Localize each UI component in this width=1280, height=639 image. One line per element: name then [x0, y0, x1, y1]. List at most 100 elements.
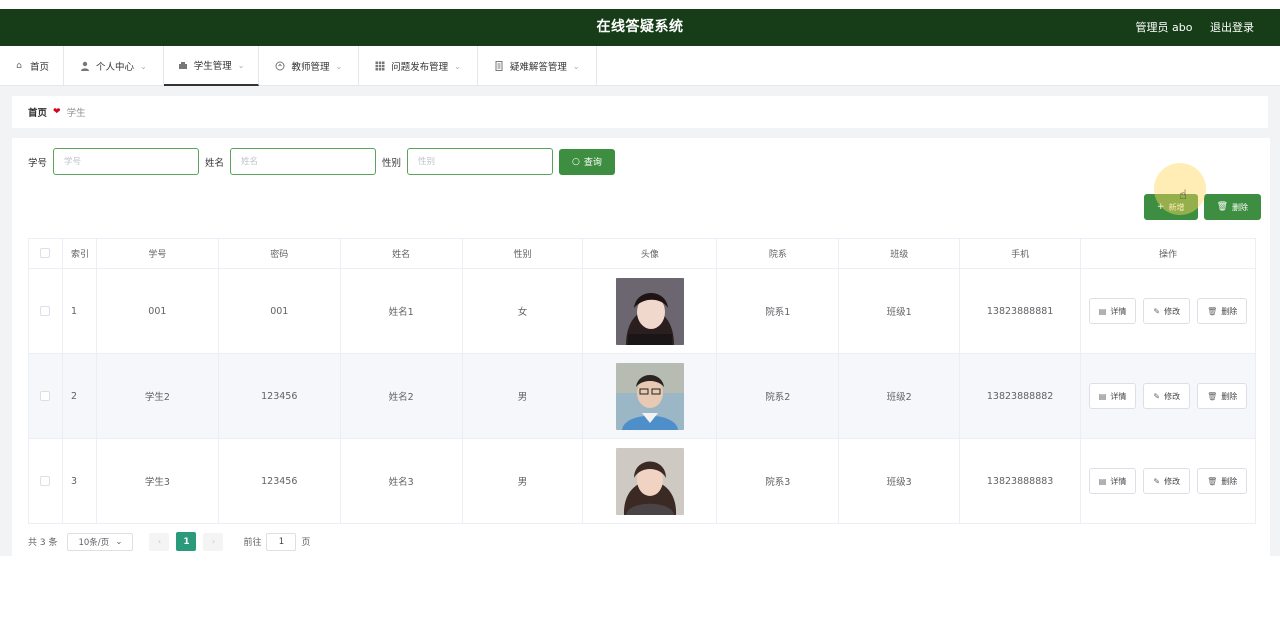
gender-label: 性别	[382, 157, 402, 169]
chevron-down-icon: ⌄	[335, 61, 343, 71]
row-checkbox[interactable]	[40, 306, 51, 316]
detail-icon: ▤	[1098, 476, 1107, 486]
search-bar: 学号 姓名 性别 ○ 查询	[28, 148, 615, 175]
th-gender: 性别	[461, 238, 584, 269]
th-name: 姓名	[339, 238, 463, 269]
delete-button[interactable]: 🗑 删除	[1197, 383, 1248, 409]
header-user-area: 管理员 abo 退出登录	[1122, 9, 1254, 46]
delete-label: 删除	[1221, 391, 1238, 401]
gender-input[interactable]	[407, 148, 554, 175]
th-dept: 院系	[716, 238, 840, 269]
nav-item-home[interactable]: ⌂ 首页	[0, 46, 65, 86]
nav-item-qa-management[interactable]: 疑难解答管理 ⌄	[478, 46, 597, 86]
nav-item-personal-center[interactable]: 个人中心 ⌄	[64, 46, 164, 86]
next-page-button[interactable]: ›	[203, 532, 224, 551]
nav-label: 首页	[30, 62, 50, 73]
nav-label: 疑难解答管理	[509, 62, 567, 73]
th-operations: 操作	[1080, 238, 1256, 269]
admin-user-label[interactable]: 管理员 abo	[1136, 21, 1193, 34]
detail-button[interactable]: ▤ 详情	[1088, 383, 1137, 409]
add-button[interactable]: + 新增	[1144, 194, 1198, 220]
edit-button[interactable]: ✎ 修改	[1143, 383, 1191, 409]
chevron-down-icon: ⌄	[115, 536, 123, 547]
pagination: 共 3 条 10条/页 ⌄ ‹ 1 › 前往 1 页	[28, 532, 310, 551]
cell-operations: ▤ 详情 ✎ 修改 🗑 删除	[1080, 268, 1256, 354]
cell-xuehao: 学生2	[95, 353, 219, 439]
teacher-icon	[275, 61, 285, 71]
search-icon: ○	[572, 156, 580, 167]
th-class: 班级	[838, 238, 961, 269]
row-checkbox[interactable]	[40, 476, 51, 486]
cell-avatar	[582, 353, 718, 439]
heart-icon: ❤	[53, 107, 61, 117]
logout-button[interactable]: 退出登录	[1210, 21, 1254, 34]
edit-button[interactable]: ✎ 修改	[1143, 468, 1191, 494]
breadcrumb-current: 学生	[66, 108, 86, 119]
query-button[interactable]: ○ 查询	[559, 148, 615, 175]
name-input[interactable]	[230, 148, 377, 175]
breadcrumb: 首页 ❤ 学生	[12, 96, 1268, 128]
xuehao-input[interactable]	[53, 148, 200, 175]
student-table: 索引 学号 密码 姓名 性别 头像 院系 班级 手机 操作 1 001 001 …	[28, 238, 1256, 524]
cell-avatar	[582, 438, 718, 524]
app-title: 在线答疑系统	[596, 19, 684, 35]
nav-label: 问题发布管理	[391, 62, 449, 73]
trash-icon: 🗑	[1207, 391, 1218, 401]
row-select-cell	[28, 268, 63, 354]
page-size-select[interactable]: 10条/页 ⌄	[67, 532, 134, 551]
batch-delete-button[interactable]: 🗑 删除	[1203, 194, 1261, 220]
table-header-row: 索引 学号 密码 姓名 性别 头像 院系 班级 手机 操作	[28, 238, 1256, 269]
th-avatar: 头像	[582, 238, 718, 269]
nav-item-question-publish[interactable]: 问题发布管理 ⌄	[359, 46, 478, 86]
current-page[interactable]: 1	[176, 532, 197, 551]
cell-password: 123456	[217, 353, 341, 439]
detail-button[interactable]: ▤ 详情	[1088, 298, 1137, 324]
nav-label: 教师管理	[291, 62, 330, 73]
nav-item-teacher-management[interactable]: 教师管理 ⌄	[259, 46, 360, 86]
delete-button[interactable]: 🗑 删除	[1197, 298, 1248, 324]
detail-button[interactable]: ▤ 详情	[1088, 468, 1137, 494]
page-suffix: 页	[301, 538, 311, 548]
breadcrumb-home[interactable]: 首页	[28, 105, 47, 119]
prev-page-button[interactable]: ‹	[149, 532, 170, 551]
chevron-down-icon: ⌄	[572, 61, 580, 71]
cell-operations: ▤ 详情 ✎ 修改 🗑 删除	[1080, 438, 1256, 524]
trash-icon: 🗑	[1216, 202, 1228, 212]
app-window: 在线答疑系统 管理员 abo 退出登录 ⌂ 首页 个人中心 ⌄ 学生管理 ⌄ 教…	[0, 9, 1280, 556]
avatar	[615, 447, 684, 515]
cell-class: 班级1	[838, 268, 961, 354]
th-xuehao: 学号	[95, 238, 219, 269]
cell-gender: 男	[461, 438, 584, 524]
cell-class: 班级3	[838, 438, 961, 524]
edit-button[interactable]: ✎ 修改	[1143, 298, 1191, 324]
goto-page-input[interactable]: 1	[266, 532, 297, 551]
delete-label: 删除	[1221, 476, 1238, 486]
edit-icon: ✎	[1153, 476, 1161, 486]
cell-dept: 院系1	[716, 268, 840, 354]
edit-icon: ✎	[1153, 306, 1161, 316]
user-icon	[80, 61, 90, 71]
top-header: 在线答疑系统 管理员 abo 退出登录	[0, 9, 1280, 46]
cell-xuehao: 学生3	[95, 438, 219, 524]
cell-operations: ▤ 详情 ✎ 修改 🗑 删除	[1080, 353, 1256, 439]
cell-xuehao: 001	[95, 268, 219, 354]
delete-label: 删除	[1232, 202, 1248, 212]
select-all-checkbox[interactable]	[40, 248, 51, 259]
cell-name: 姓名1	[339, 268, 463, 354]
row-checkbox[interactable]	[40, 391, 51, 401]
doc-icon	[494, 61, 504, 71]
edit-icon: ✎	[1153, 391, 1161, 401]
delete-button[interactable]: 🗑 删除	[1197, 468, 1248, 494]
cell-phone: 13823888881	[959, 268, 1082, 354]
cell-index: 3	[61, 438, 97, 524]
nav-item-student-management[interactable]: 学生管理 ⌄	[163, 46, 260, 86]
cell-phone: 13823888883	[959, 438, 1082, 524]
edit-label: 修改	[1164, 476, 1181, 486]
cell-gender: 女	[461, 268, 584, 354]
home-icon: ⌂	[16, 61, 22, 71]
top-nav: ⌂ 首页 个人中心 ⌄ 学生管理 ⌄ 教师管理 ⌄ 问题发布管理 ⌄ 疑难解答管…	[0, 46, 1280, 86]
cell-index: 1	[61, 268, 97, 354]
edit-label: 修改	[1164, 306, 1181, 316]
chevron-down-icon: ⌄	[237, 60, 245, 70]
delete-label: 删除	[1221, 306, 1238, 316]
